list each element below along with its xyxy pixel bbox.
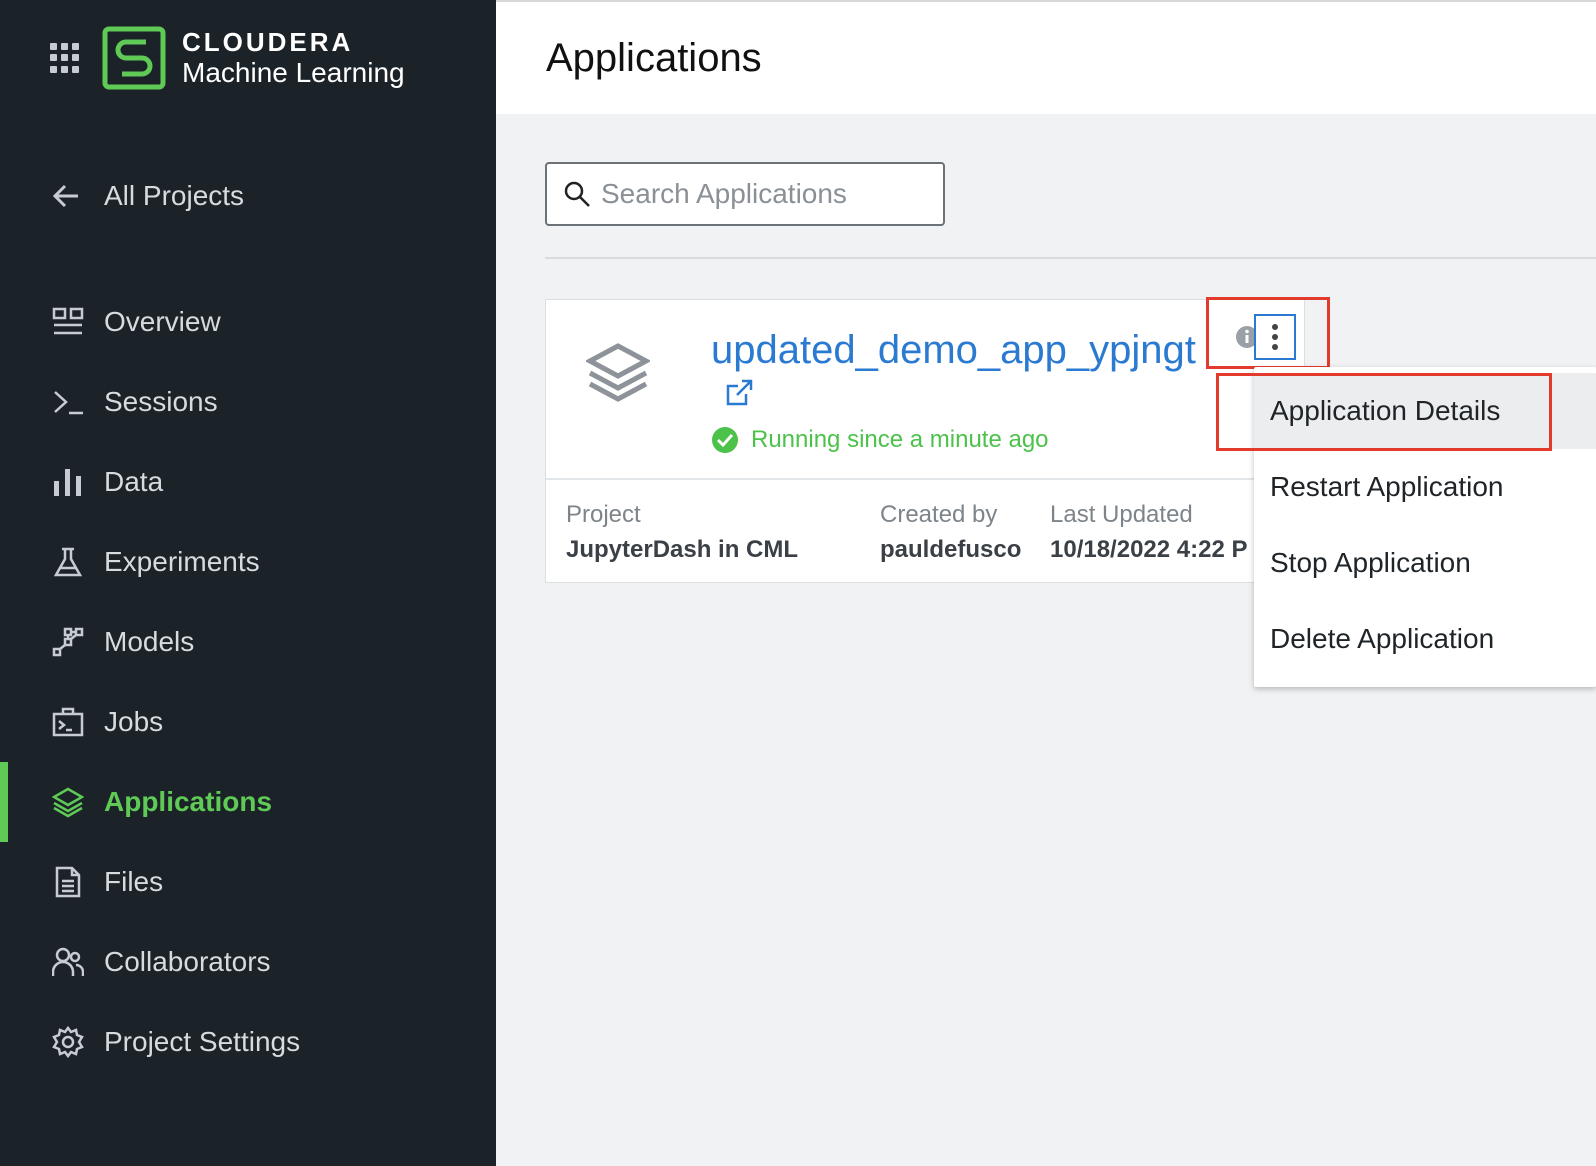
bar-chart-icon xyxy=(50,464,86,500)
all-projects-label: All Projects xyxy=(104,180,245,211)
sidebar-item-label: Data xyxy=(104,466,164,497)
sidebar-item-label: Overview xyxy=(104,306,221,337)
last-updated-meta: Last Updated 10/18/2022 4:22 P xyxy=(1050,500,1248,568)
jobs-icon xyxy=(50,704,86,740)
page-header: Applications xyxy=(496,0,1596,114)
layers-icon xyxy=(586,343,650,402)
sidebar-item-models[interactable]: Models xyxy=(0,602,496,682)
project-label: Project xyxy=(566,501,641,528)
file-icon xyxy=(50,864,86,900)
sidebar-item-overview[interactable]: Overview xyxy=(0,282,496,362)
sidebar: CLOUDERA Machine Learning All Projects O… xyxy=(0,0,496,1166)
brand: CLOUDERA Machine Learning xyxy=(50,26,405,90)
menu-item-restart-application[interactable]: Restart Application xyxy=(1254,449,1596,525)
menu-item-delete-application[interactable]: Delete Application xyxy=(1254,601,1596,677)
sidebar-item-collaborators[interactable]: Collaborators xyxy=(0,922,496,1002)
gear-icon xyxy=(50,1024,86,1060)
sidebar-item-label: Collaborators xyxy=(104,946,271,977)
annotation-highlight-details xyxy=(1216,373,1552,451)
external-link-icon[interactable] xyxy=(724,378,754,408)
sidebar-nav: Overview Sessions Data Experiments Model… xyxy=(0,282,496,1082)
all-projects-link[interactable]: All Projects xyxy=(50,180,244,212)
network-icon xyxy=(50,624,86,660)
sidebar-item-label: Sessions xyxy=(104,386,218,417)
status-text: Running since a minute ago xyxy=(751,426,1049,453)
sidebar-item-jobs[interactable]: Jobs xyxy=(0,682,496,762)
overview-icon xyxy=(50,304,86,340)
sidebar-item-label: Models xyxy=(104,626,195,657)
last-updated-value: 10/18/2022 4:22 P xyxy=(1050,536,1248,563)
divider xyxy=(545,257,1596,259)
menu-item-stop-application[interactable]: Stop Application xyxy=(1254,525,1596,601)
terminal-icon xyxy=(50,384,86,420)
layers-icon xyxy=(50,784,86,820)
cloudera-logo-icon xyxy=(102,26,166,90)
check-circle-icon xyxy=(712,427,738,453)
sidebar-item-label: Files xyxy=(104,866,164,897)
sidebar-item-label: Project Settings xyxy=(104,1026,301,1057)
sidebar-item-files[interactable]: Files xyxy=(0,842,496,922)
application-card-header: updated_demo_app_ypjngt Running since a … xyxy=(546,300,1304,480)
sidebar-item-sessions[interactable]: Sessions xyxy=(0,362,496,442)
created-by-value: pauldefusco xyxy=(880,536,1022,563)
sidebar-item-data[interactable]: Data xyxy=(0,442,496,522)
created-by-label: Created by xyxy=(880,501,998,528)
search-input[interactable] xyxy=(601,178,931,210)
page-title: Applications xyxy=(546,36,762,80)
search-box[interactable] xyxy=(545,162,945,226)
created-by-meta: Created by pauldefusco xyxy=(880,500,1021,568)
application-name-link[interactable]: updated_demo_app_ypjngt xyxy=(711,328,1196,373)
more-options-button[interactable] xyxy=(1254,314,1296,360)
sidebar-item-experiments[interactable]: Experiments xyxy=(0,522,496,602)
sidebar-item-applications[interactable]: Applications xyxy=(0,762,496,842)
brand-subtitle: Machine Learning xyxy=(182,57,405,88)
arrow-left-icon xyxy=(52,184,78,208)
flask-icon xyxy=(50,544,86,580)
app-switcher-icon[interactable] xyxy=(50,43,80,73)
users-icon xyxy=(50,944,86,980)
sidebar-item-label: Applications xyxy=(104,786,273,817)
search-icon xyxy=(564,181,590,207)
last-updated-label: Last Updated xyxy=(1050,501,1193,528)
project-value: JupyterDash in CML xyxy=(566,536,799,563)
sidebar-item-label: Jobs xyxy=(104,706,164,737)
project-meta: Project JupyterDash in CML xyxy=(566,500,798,568)
sidebar-item-project-settings[interactable]: Project Settings xyxy=(0,1002,496,1082)
brand-name: CLOUDERA xyxy=(182,27,354,57)
application-card: updated_demo_app_ypjngt Running since a … xyxy=(545,299,1305,583)
status-indicator: Running since a minute ago xyxy=(711,426,1049,454)
sidebar-item-label: Experiments xyxy=(104,546,260,577)
